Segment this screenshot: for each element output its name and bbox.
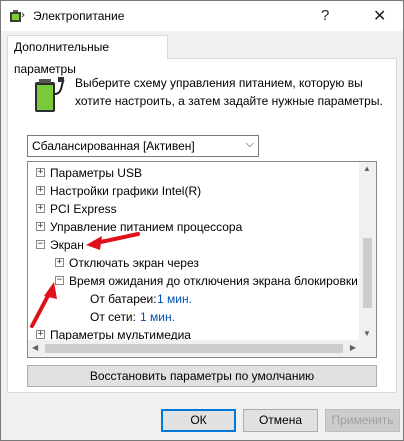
title-bar[interactable]: Электропитание ? ✕: [1, 1, 403, 31]
expand-icon[interactable]: +: [55, 258, 64, 267]
scroll-up-icon[interactable]: ▲: [363, 164, 371, 173]
tree-item-label: Настройки графики Intel(R): [50, 184, 202, 198]
scroll-left-icon[interactable]: ◀: [32, 343, 38, 352]
tree-item-label: Параметры мультимедиа: [50, 328, 191, 340]
tree-item-label: Параметры USB: [50, 166, 142, 180]
description-text: Выберите схему управления питанием, кото…: [75, 76, 383, 108]
battery-icon: [35, 77, 65, 112]
scroll-right-icon[interactable]: ▶: [350, 343, 356, 352]
power-options-dialog: Электропитание ? ✕ Дополнительные параме…: [0, 0, 404, 441]
setting-value-link[interactable]: 1 мин.: [140, 308, 175, 326]
scroll-down-icon[interactable]: ▼: [363, 329, 371, 338]
cancel-button[interactable]: Отмена: [243, 409, 318, 432]
tree-item-label: Управление питанием процессора: [50, 220, 243, 234]
expand-icon[interactable]: +: [36, 204, 45, 213]
settings-tree-rows: + Параметры USB + Настройки графики Inte…: [28, 162, 360, 340]
tree-item-label: Отключать экран через: [69, 256, 199, 270]
expand-icon[interactable]: +: [36, 168, 45, 177]
help-button[interactable]: ?: [321, 7, 329, 24]
chevron-down-icon: ⌵: [245, 138, 254, 150]
expand-icon[interactable]: +: [36, 186, 45, 195]
apply-button[interactable]: Применить: [325, 409, 400, 432]
settings-tree[interactable]: + Параметры USB + Настройки графики Inte…: [27, 161, 377, 358]
ok-button[interactable]: ОК: [161, 409, 236, 432]
scrollbar-corner: [359, 340, 376, 357]
close-button[interactable]: ✕: [373, 6, 386, 26]
horizontal-scroll-thumb[interactable]: [45, 344, 343, 353]
window-title: Электропитание: [33, 9, 125, 23]
horizontal-scrollbar[interactable]: ◀ ▶: [28, 340, 360, 357]
tab-advanced-settings[interactable]: Дополнительные параметры: [7, 35, 168, 76]
setting-label: От батареи:: [90, 292, 157, 306]
tree-item-label: PCI Express: [50, 202, 117, 216]
vertical-scroll-thumb[interactable]: [363, 238, 372, 308]
tree-item-label: Время ожидания до отключения экрана блок…: [69, 274, 358, 288]
collapse-icon[interactable]: −: [55, 276, 64, 285]
setting-value-link[interactable]: 1 мин.: [157, 290, 192, 308]
power-plan-select[interactable]: Сбалансированная [Активен] ⌵: [27, 135, 259, 157]
vertical-scrollbar[interactable]: ▲ ▼: [359, 162, 376, 340]
collapse-icon[interactable]: −: [36, 240, 45, 249]
tree-item-label: Экран: [50, 238, 84, 252]
expand-icon[interactable]: +: [36, 330, 45, 339]
power-plan-select-value: Сбалансированная [Активен]: [32, 139, 195, 153]
restore-defaults-button[interactable]: Восстановить параметры по умолчанию: [27, 365, 377, 387]
expand-icon[interactable]: +: [36, 222, 45, 231]
power-options-app-icon: [10, 10, 25, 22]
setting-label: От сети:: [90, 310, 136, 324]
